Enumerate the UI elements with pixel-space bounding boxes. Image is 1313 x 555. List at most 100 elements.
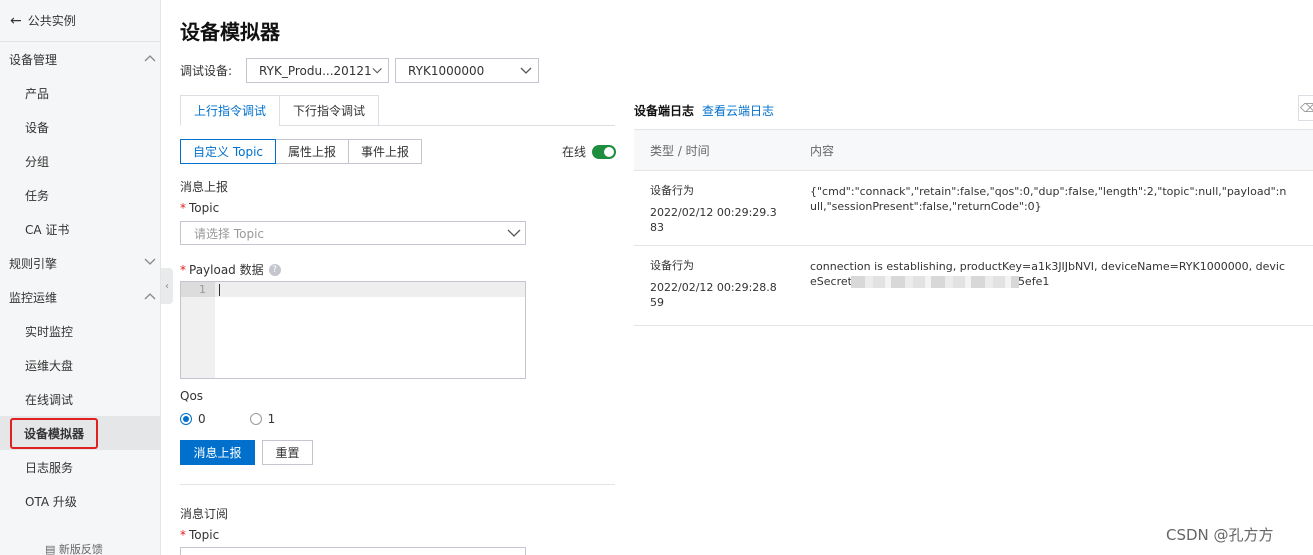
chevron-down-icon: [144, 258, 156, 268]
tab-uplink[interactable]: 上行指令调试: [180, 95, 281, 126]
row-content: {"cmd":"connack","retain":false,"qos":0,…: [810, 185, 1287, 213]
page-title: 设备模拟器: [180, 20, 280, 44]
row-content: connection is establishing, productKey=a…: [810, 258, 1313, 315]
sidebar-item-ca-cert[interactable]: CA 证书: [0, 212, 160, 246]
report-type-tabs: 自定义 Topic 属性上报 事件上报: [180, 139, 423, 164]
back-link[interactable]: ← 公共实例: [0, 0, 160, 42]
qos-0-label: 0: [198, 412, 206, 426]
chevron-down-icon: [520, 67, 532, 74]
row-type-time: 设备行为 2022/02/12 00:29:28.859: [634, 258, 810, 315]
feedback-link[interactable]: ▤ 新版反馈: [45, 541, 103, 555]
line-number: 1: [181, 282, 215, 297]
log-table: 类型 / 时间 内容 设备行为 2022/02/12 00:29:29.383 …: [634, 129, 1313, 326]
sidebar-collapse-handle[interactable]: ‹: [161, 268, 173, 304]
sidebar-item-ota[interactable]: OTA 升级: [0, 484, 160, 518]
payload-field-label: * Payload 数据 ?: [180, 261, 281, 278]
qos-1-radio[interactable]: [249, 413, 262, 425]
sidebar-item-ops-dashboard[interactable]: 运维大盘: [0, 348, 160, 382]
device-selector-row: 调试设备: RYK_Produ...20121 RYK1000000: [180, 58, 540, 83]
subscribe-section-title: 消息订阅: [180, 507, 229, 521]
sidebar: ← 公共实例 设备管理 产品 设备 分组 任务 CA 证书 规则引擎 监控运维 …: [0, 0, 161, 555]
col-content: 内容: [810, 143, 835, 158]
online-label: 在线: [562, 145, 587, 159]
payload-editor[interactable]: 1: [180, 281, 526, 379]
feedback-label: 新版反馈: [58, 543, 103, 555]
sidebar-group-monitoring[interactable]: 监控运维: [0, 280, 160, 314]
group-label: 监控运维: [9, 290, 58, 305]
sidebar-item-device[interactable]: 设备: [0, 110, 160, 144]
chevron-up-icon: [144, 292, 156, 302]
reset-button[interactable]: 重置: [262, 440, 313, 465]
sidebar-item-online-debug[interactable]: 在线调试: [0, 382, 160, 416]
app-root: ← 公共实例 设备管理 产品 设备 分组 任务 CA 证书 规则引擎 监控运维 …: [0, 0, 1313, 555]
product-select[interactable]: RYK_Produ...20121: [246, 58, 390, 83]
sidebar-item-log-service[interactable]: 日志服务: [0, 450, 160, 484]
sidebar-item-task[interactable]: 任务: [0, 178, 160, 212]
item-label: 任务: [25, 188, 50, 203]
back-label: 公共实例: [27, 14, 76, 28]
required-mark: *: [180, 201, 186, 215]
row-time: 2022/02/12 00:29:28.859: [650, 281, 777, 309]
subtab-property-report[interactable]: 属性上报: [275, 139, 350, 164]
table-row: 设备行为 2022/02/12 00:29:29.383 {"cmd":"con…: [634, 171, 1313, 246]
feedback-icon: ▤: [45, 543, 59, 555]
qos-1-label: 1: [267, 412, 276, 426]
item-label: 日志服务: [25, 460, 74, 475]
clear-log-button[interactable]: ⌫: [1298, 95, 1313, 121]
device-select[interactable]: RYK1000000: [395, 58, 540, 83]
item-label: 设备: [25, 120, 50, 135]
row-type: 设备行为: [650, 259, 694, 272]
qos-radio-group: 0 1: [180, 412, 275, 426]
sidebar-item-realtime-monitor[interactable]: 实时监控: [0, 314, 160, 348]
required-mark: *: [180, 528, 186, 542]
log-title: 设备端日志: [634, 104, 695, 118]
item-label: 在线调试: [25, 392, 74, 407]
text-caret: [219, 284, 220, 296]
qos-0-radio[interactable]: [180, 413, 192, 425]
publish-section-title: 消息上报: [180, 180, 229, 194]
item-label: 设备模拟器: [10, 417, 99, 449]
log-header: 设备端日志 查看云端日志: [634, 102, 774, 119]
item-label: 实时监控: [25, 324, 74, 339]
item-label: 分组: [25, 154, 50, 169]
sidebar-item-product[interactable]: 产品: [0, 76, 160, 110]
chevron-left-icon: ‹: [165, 280, 169, 292]
row-time: 2022/02/12 00:29:29.383: [650, 206, 777, 234]
tab-downlink[interactable]: 下行指令调试: [279, 95, 380, 126]
toggle-knob: [604, 146, 615, 157]
topic-select[interactable]: 请选择 Topic: [180, 221, 526, 245]
log-table-header: 类型 / 时间 内容: [634, 130, 1313, 171]
subtab-event-report[interactable]: 事件上报: [348, 139, 423, 164]
payload-label-text: Payload 数据: [189, 263, 264, 277]
row-content-post: 5efe1: [1017, 275, 1050, 288]
help-icon[interactable]: ?: [268, 263, 281, 276]
topic-placeholder: 请选择 Topic: [194, 226, 264, 241]
section-divider: [180, 484, 615, 485]
subscribe-topic-label: * Topic: [180, 528, 219, 542]
device-label: 调试设备:: [180, 64, 233, 78]
item-label: 产品: [25, 86, 50, 101]
sidebar-item-group[interactable]: 分组: [0, 144, 160, 178]
current-line-highlight: [215, 282, 525, 297]
item-label: 运维大盘: [25, 358, 74, 373]
row-type: 设备行为: [650, 184, 694, 197]
trash-icon: ⌫: [1300, 101, 1313, 115]
chevron-up-icon: [144, 54, 156, 64]
online-toggle[interactable]: [592, 144, 617, 159]
cloud-log-link[interactable]: 查看云端日志: [702, 102, 774, 119]
subscribe-topic-select[interactable]: [180, 547, 526, 555]
sidebar-group-device-management[interactable]: 设备管理: [0, 42, 160, 76]
publish-button[interactable]: 消息上报: [180, 440, 255, 465]
sidebar-group-rule-engine[interactable]: 规则引擎: [0, 246, 160, 280]
group-label: 规则引擎: [9, 256, 58, 271]
direction-tabs: 上行指令调试 下行指令调试: [180, 95, 615, 126]
topic-field-label: * Topic: [180, 201, 219, 215]
subtab-custom-topic[interactable]: 自定义 Topic: [180, 139, 276, 164]
watermark: CSDN @孔方方: [1166, 526, 1274, 544]
device-select-value: RYK1000000: [408, 63, 485, 78]
topic-label-text: Topic: [189, 201, 220, 215]
redacted-blur: [850, 276, 1019, 288]
item-label: CA 证书: [25, 222, 70, 237]
sidebar-item-device-simulator[interactable]: 设备模拟器: [0, 416, 160, 450]
product-select-value: RYK_Produ...20121: [259, 63, 372, 78]
